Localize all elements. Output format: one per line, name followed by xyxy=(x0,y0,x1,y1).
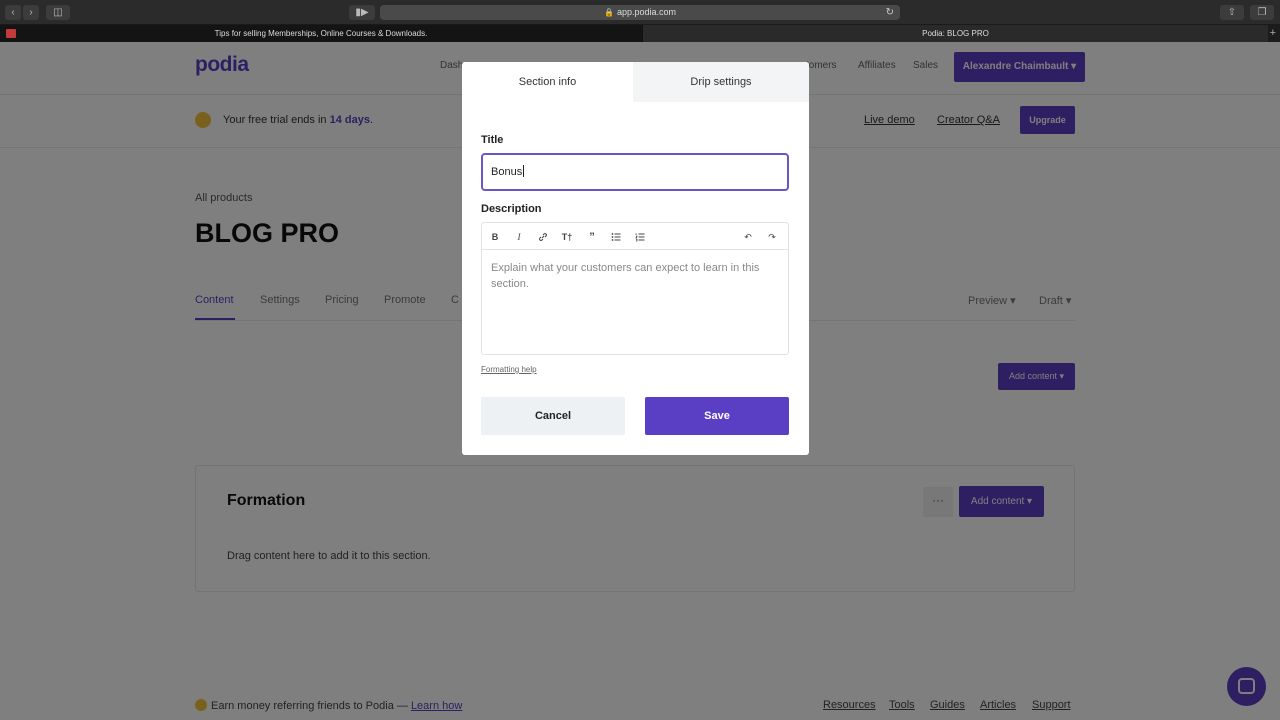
tab-section-info[interactable]: Section info xyxy=(462,62,633,102)
save-button[interactable]: Save xyxy=(645,397,789,435)
browser-toolbar: ‹ › ◫ ▮▶ 🔒 app.podia.com ↻ ⇧ ❐ xyxy=(0,0,1280,25)
gmail-favicon-icon xyxy=(6,29,16,38)
description-placeholder: Explain what your customers can expect t… xyxy=(491,262,760,290)
reload-icon[interactable]: ↻ xyxy=(886,5,894,20)
url-text: app.podia.com xyxy=(616,7,676,17)
title-label: Title xyxy=(481,134,504,146)
title-input[interactable]: Bonus xyxy=(481,153,789,191)
back-button[interactable]: ‹ xyxy=(5,5,21,20)
section-modal: Section info Drip settings Title Bonus D… xyxy=(462,62,809,455)
sidebar-toggle-icon[interactable]: ◫ xyxy=(46,5,70,20)
lock-icon: 🔒 xyxy=(603,8,614,17)
forward-button[interactable]: › xyxy=(23,5,39,20)
quote-icon[interactable]: ” xyxy=(585,230,599,244)
cancel-button[interactable]: Cancel xyxy=(481,397,625,435)
tab-bar: Tips for selling Memberships, Online Cou… xyxy=(0,25,1280,42)
share-icon[interactable]: ⇧ xyxy=(1220,5,1244,20)
text-caret xyxy=(523,165,525,177)
address-bar[interactable]: 🔒 app.podia.com ↻ xyxy=(380,5,900,20)
tab-drip-settings[interactable]: Drip settings xyxy=(633,62,809,102)
description-editor[interactable]: B I T† ” ↶ ↷ Explain what your customers… xyxy=(481,222,789,355)
browser-tab-active[interactable]: Podia: BLOG PRO xyxy=(642,25,1268,42)
tab-title: Podia: BLOG PRO xyxy=(922,29,989,38)
redo-icon[interactable]: ↷ xyxy=(765,230,779,244)
reader-icon[interactable]: ▮▶ xyxy=(349,5,375,20)
italic-icon[interactable]: I xyxy=(512,230,526,244)
modal-tabs: Section info Drip settings xyxy=(462,62,809,102)
podia-page: podia Dash tomers Affiliates Sales Alexa… xyxy=(0,42,1280,720)
bullet-list-icon[interactable] xyxy=(609,230,623,244)
heading-icon[interactable]: T† xyxy=(560,230,574,244)
bold-icon[interactable]: B xyxy=(488,230,502,244)
description-label: Description xyxy=(481,203,542,215)
title-input-value: Bonus xyxy=(491,166,523,178)
formatting-help-link[interactable]: Formatting help xyxy=(481,365,537,374)
link-icon[interactable] xyxy=(536,230,550,244)
undo-icon[interactable]: ↶ xyxy=(741,230,755,244)
new-tab-button[interactable]: + xyxy=(1270,25,1276,42)
browser-tab[interactable]: Tips for selling Memberships, Online Cou… xyxy=(0,25,642,42)
tabs-overview-icon[interactable]: ❐ xyxy=(1250,5,1274,20)
tab-title: Tips for selling Memberships, Online Cou… xyxy=(214,29,428,38)
editor-toolbar: B I T† ” ↶ ↷ xyxy=(482,223,788,250)
numbered-list-icon[interactable] xyxy=(633,230,647,244)
